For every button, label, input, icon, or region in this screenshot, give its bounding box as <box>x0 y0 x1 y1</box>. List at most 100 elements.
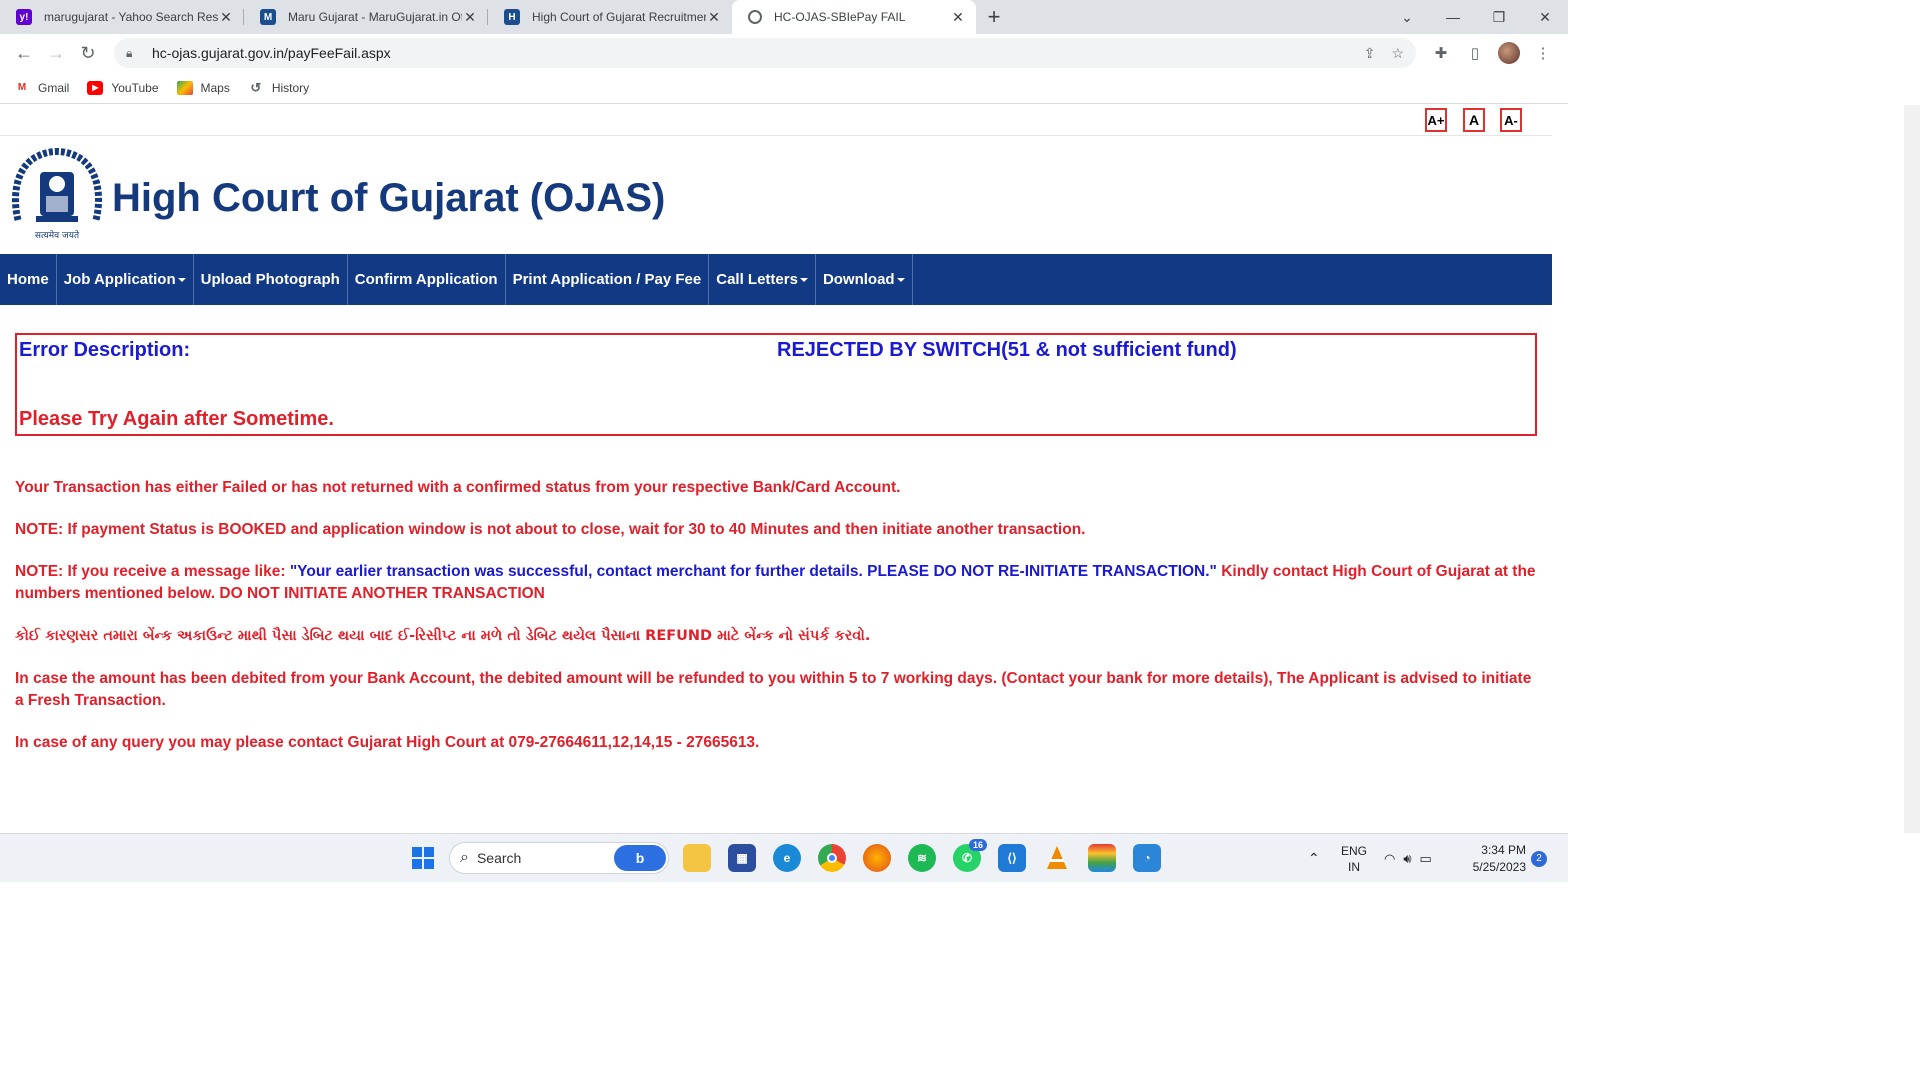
gmail-icon: M <box>17 82 27 93</box>
main-navigation: Home Job Application Upload Photograph C… <box>0 254 1552 305</box>
booked-note: NOTE: If payment Status is BOOKED and ap… <box>15 521 1086 538</box>
extensions-icon[interactable]: ✚ <box>1424 44 1458 62</box>
battery-icon: ▭ <box>1419 850 1432 866</box>
bookmark-history[interactable]: ↺ History <box>248 80 310 95</box>
chrome-icon[interactable] <box>818 844 846 872</box>
edge-icon[interactable]: e <box>773 844 801 872</box>
bookmark-label: History <box>271 80 310 95</box>
menu-kebab-icon[interactable]: ⋮ <box>1526 44 1560 62</box>
taskbar-search-box[interactable]: ⌕ Search b <box>449 842 669 874</box>
bing-icon[interactable]: b <box>614 845 666 871</box>
vlc-icon[interactable] <box>1043 844 1071 872</box>
side-panel-icon[interactable]: ▯ <box>1458 44 1492 62</box>
nav-print-application-pay-fee[interactable]: Print Application / Pay Fee <box>506 254 710 305</box>
nav-call-letters[interactable]: Call Letters <box>709 254 816 305</box>
bookmark-youtube[interactable]: ▶ YouTube <box>87 80 159 95</box>
bookmarks-bar: M Gmail ▶ YouTube Maps ↺ History <box>0 72 1568 104</box>
bookmark-label: Gmail <box>38 80 70 95</box>
windows-taskbar: ⌕ Search b ▦ e ≋ ✆ 16 ⟨⟩ ◔ ⌃ ENG IN ◠ 🔊︎ … <box>0 833 1568 882</box>
page-scrollbar[interactable] <box>1904 105 1920 833</box>
error-box: Error Description: REJECTED BY SWITCH(51… <box>15 333 1537 436</box>
nav-home[interactable]: Home <box>0 254 57 305</box>
emblem-caption: सत्यमेव जयते <box>35 229 80 241</box>
tab-close-icon[interactable]: ✕ <box>218 9 234 26</box>
new-tab-button[interactable]: + <box>976 0 1012 34</box>
nav-confirm-application[interactable]: Confirm Application <box>348 254 506 305</box>
error-description-label: Error Description: <box>19 339 191 361</box>
avatar[interactable] <box>1498 42 1520 64</box>
tab-high-court-recruitment[interactable]: H High Court of Gujarat Recruitmen ✕ <box>488 0 732 34</box>
tab-close-icon[interactable]: ✕ <box>706 9 722 26</box>
profile-avatar[interactable] <box>1492 42 1526 64</box>
window-controls: ⌄ — ❐ ✕ <box>1384 0 1568 34</box>
nav-label: Download <box>822 271 895 288</box>
tab-maru-gujarat[interactable]: M Maru Gujarat - MaruGujarat.in Of ✕ <box>244 0 488 34</box>
nav-download[interactable]: Download <box>816 254 913 305</box>
tab-close-icon[interactable]: ✕ <box>950 9 966 26</box>
font-reset-button[interactable]: A <box>1463 108 1485 132</box>
contact-message: In case of any query you may please cont… <box>15 734 760 751</box>
gujarati-refund-note: કોઈ કારણસર તમારા બેંન્ક અકાઉન્ટ માથી પૈસ… <box>15 628 871 644</box>
error-description-value: REJECTED BY SWITCH(51 & not sufficient f… <box>777 339 1237 361</box>
font-increase-label: A+ <box>1427 112 1445 128</box>
tab-ojas-payfail[interactable]: HC-OJAS-SBIePay FAIL ✕ <box>732 0 976 34</box>
bookmark-star-icon[interactable]: ☆ <box>1391 45 1404 62</box>
volume-icon: 🔊︎ <box>1403 850 1412 866</box>
dropdown-caret-icon <box>896 277 905 282</box>
note-prefix: NOTE: If you receive a message like: <box>15 563 290 580</box>
vscode-icon[interactable]: ⟨⟩ <box>998 844 1026 872</box>
court-emblem-icon: सत्यमेव जयते <box>12 148 102 241</box>
start-windows-icon[interactable] <box>409 844 437 872</box>
file-explorer-icon[interactable] <box>683 844 711 872</box>
nav-job-application[interactable]: Job Application <box>57 254 194 305</box>
snipping-tool-icon[interactable]: ◔ <box>1133 844 1161 872</box>
tab-title: Maru Gujarat - MaruGujarat.in Of <box>288 10 462 24</box>
font-decrease-label: A- <box>1504 112 1518 128</box>
close-window-icon[interactable]: ✕ <box>1522 0 1568 34</box>
do-not-reinitiate-note: NOTE: If you receive a message like: "Yo… <box>15 561 1537 605</box>
forward-icon[interactable]: → <box>40 37 72 69</box>
site-favicon-icon: H <box>504 9 520 25</box>
clock-date: 5/25/2023 <box>1472 859 1526 874</box>
font-increase-button[interactable]: A+ <box>1425 108 1447 132</box>
bookmark-gmail[interactable]: M Gmail <box>14 80 70 95</box>
whatsapp-icon[interactable]: ✆ 16 <box>953 839 987 872</box>
tab-title: marugujarat - Yahoo Search Resu <box>44 10 218 24</box>
lang-bottom: IN <box>1348 859 1360 874</box>
firefox-icon[interactable] <box>863 844 891 872</box>
nav-label: Confirm Application <box>354 271 498 288</box>
retry-message: Please Try Again after Sometime. <box>19 408 334 430</box>
tab-search-icon[interactable]: ⌄ <box>1384 0 1430 34</box>
tab-title: HC-OJAS-SBIePay FAIL <box>774 10 906 24</box>
back-icon[interactable]: ← <box>8 37 40 69</box>
wifi-icon: ◠ <box>1384 850 1396 866</box>
refund-message: In case the amount has been debited from… <box>15 670 1532 709</box>
transaction-failed-message: Your Transaction has either Failed or ha… <box>15 479 901 496</box>
tab-strip: y! marugujarat - Yahoo Search Resu ✕ M M… <box>0 0 1568 34</box>
reload-icon[interactable]: ↻ <box>72 37 104 69</box>
spotify-icon[interactable]: ≋ <box>908 844 936 872</box>
bluestacks-icon[interactable] <box>1088 844 1116 872</box>
address-bar[interactable]: 🔒︎ hc-ojas.gujarat.gov.in/payFeeFail.asp… <box>114 38 1416 68</box>
bookmark-maps[interactable]: Maps <box>176 80 230 95</box>
tab-yahoo-search[interactable]: y! marugujarat - Yahoo Search Resu ✕ <box>0 0 244 34</box>
nav-upload-photograph[interactable]: Upload Photograph <box>194 254 348 305</box>
bookmark-label: Maps <box>200 80 230 95</box>
restore-icon[interactable]: ❐ <box>1476 0 1522 34</box>
system-tray-icons[interactable]: ◠ 🔊︎ ▭ <box>1384 834 1432 883</box>
lock-icon[interactable]: 🔒︎ <box>126 46 140 61</box>
tab-close-icon[interactable]: ✕ <box>462 9 478 26</box>
language-indicator[interactable]: ENG IN <box>1341 834 1367 883</box>
show-hidden-icons[interactable]: ⌃ <box>1308 834 1320 883</box>
microsoft-store-icon[interactable]: ▦ <box>728 844 756 872</box>
minimize-icon[interactable]: — <box>1430 0 1476 34</box>
share-icon[interactable]: ⇪ <box>1364 45 1376 62</box>
dropdown-caret-icon <box>799 277 808 282</box>
maps-icon <box>176 80 193 95</box>
font-decrease-button[interactable]: A- <box>1500 108 1522 132</box>
notification-center[interactable]: 2 <box>1531 834 1547 883</box>
clock[interactable]: 3:34 PM 5/25/2023 <box>1466 834 1526 883</box>
site-favicon-icon: M <box>260 9 276 25</box>
url-text[interactable]: hc-ojas.gujarat.gov.in/payFeeFail.aspx <box>152 45 1348 61</box>
nav-label: Job Application <box>63 271 176 288</box>
